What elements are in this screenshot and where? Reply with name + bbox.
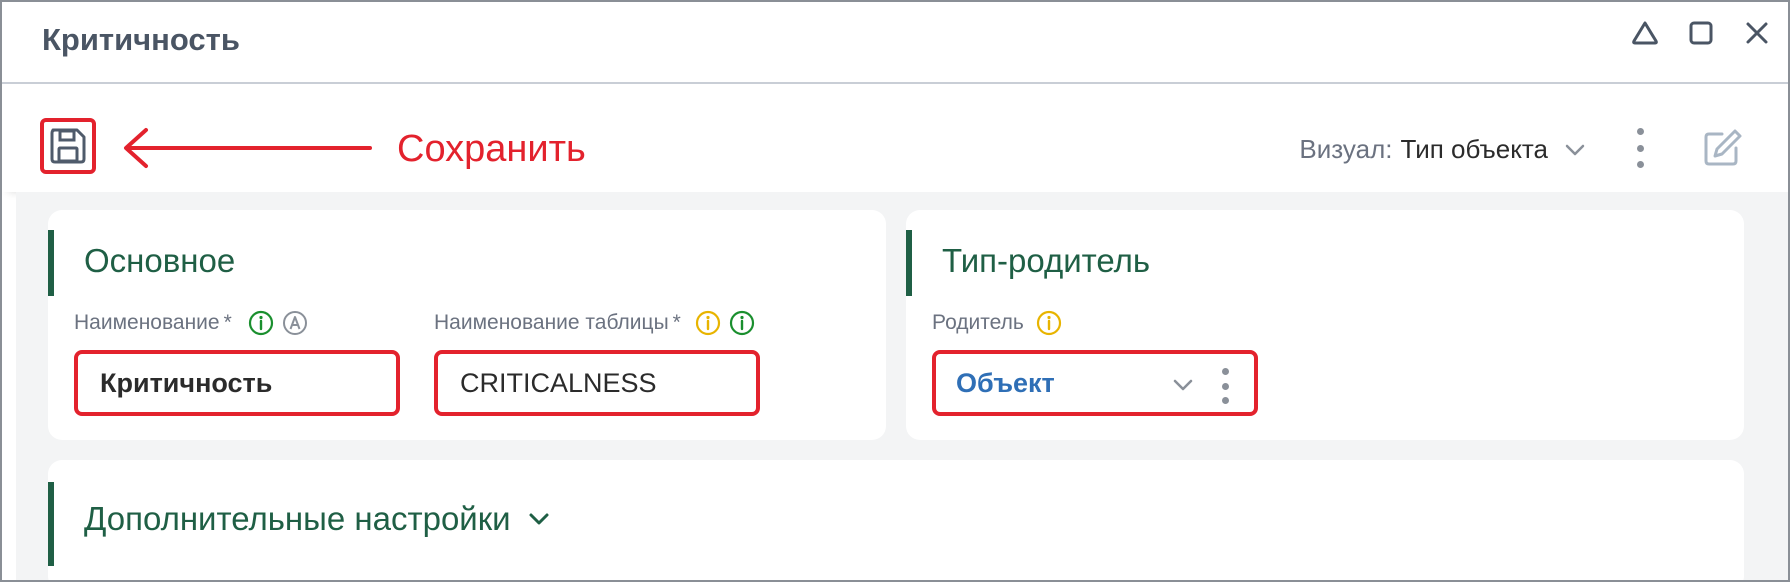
kebab-dot [1221,397,1229,404]
triangle-up-icon [1632,21,1658,45]
table-name-input[interactable] [458,366,756,400]
info-yellow-icon[interactable] [695,310,721,336]
parent-label-text: Родитель [932,311,1024,334]
dialog-window: Критичность Сохранить Визуал: Тип объект… [0,0,1790,582]
parent-field-label: Родитель [932,308,1332,338]
toolbar: Сохранить Визуал: Тип объекта [2,84,1788,192]
maximize-button[interactable] [1684,16,1718,50]
required-mark: * [672,311,681,334]
close-button[interactable] [1740,16,1774,50]
section-title-extra-text: Дополнительные настройки [84,500,511,537]
section-accent-bar [48,230,54,296]
section-parent: Тип-родитель Родитель Объект [906,210,1744,440]
chevron-down-icon[interactable] [1170,372,1196,398]
annotation-arrow [124,128,372,168]
kebab-dot [1636,144,1644,152]
section-title-main: Основное [84,242,236,279]
table-name-input-box [434,350,760,416]
section-title-parent: Тип-родитель [942,242,1151,279]
required-mark: * [223,311,232,334]
visual-label: Визуал: [1299,134,1393,164]
name-input-box [74,350,400,416]
parent-more-button[interactable] [1218,368,1232,404]
section-accent-bar [906,230,912,296]
save-annotation: Сохранить [397,128,586,170]
visual-selector[interactable]: Визуал: Тип объекта [1299,134,1588,165]
section-main: Основное Наименование * Наименование таб… [48,210,886,440]
info-green-icon[interactable] [729,310,755,336]
name-input[interactable] [98,366,396,400]
window-controls [1628,16,1774,50]
save-button[interactable] [40,118,96,174]
parent-select[interactable]: Объект [932,350,1258,416]
visual-value: Тип объекта [1400,134,1548,164]
form-content: Основное Наименование * Наименование таб… [16,192,1788,580]
close-icon [1746,22,1768,44]
edit-button[interactable] [1700,126,1744,170]
section-accent-bar [48,482,54,566]
chevron-down-icon [529,513,549,525]
kebab-dot [1636,161,1644,168]
window-title: Критичность [42,22,240,57]
parent-value: Объект [956,367,1055,398]
table-name-field-label: Наименование таблицы * [434,308,834,338]
parent-field: Родитель Объект [932,308,1332,416]
info-yellow-icon[interactable] [1036,310,1062,336]
square-icon [1689,21,1713,45]
name-label-text: Наименование [74,311,220,334]
section-title-extra[interactable]: Дополнительные настройки [84,500,553,538]
collapse-button[interactable] [1628,16,1662,50]
edit-icon [1704,129,1742,166]
table-name-label-text: Наименование таблицы [434,311,669,334]
table-name-field: Наименование таблицы * [434,308,834,416]
floppy-disk-icon [50,128,86,164]
chevron-down-icon [1565,144,1585,155]
section-extra: Дополнительные настройки [48,460,1744,580]
kebab-dot [1221,368,1229,375]
kebab-dot [1636,128,1644,135]
title-bar: Критичность [2,2,1788,84]
kebab-dot [1221,382,1229,390]
info-green-icon[interactable] [248,310,274,336]
name-field-label: Наименование * [74,308,444,338]
name-field: Наименование * [74,308,444,416]
more-options-button[interactable] [1632,128,1648,168]
auto-translate-icon[interactable] [282,310,308,336]
